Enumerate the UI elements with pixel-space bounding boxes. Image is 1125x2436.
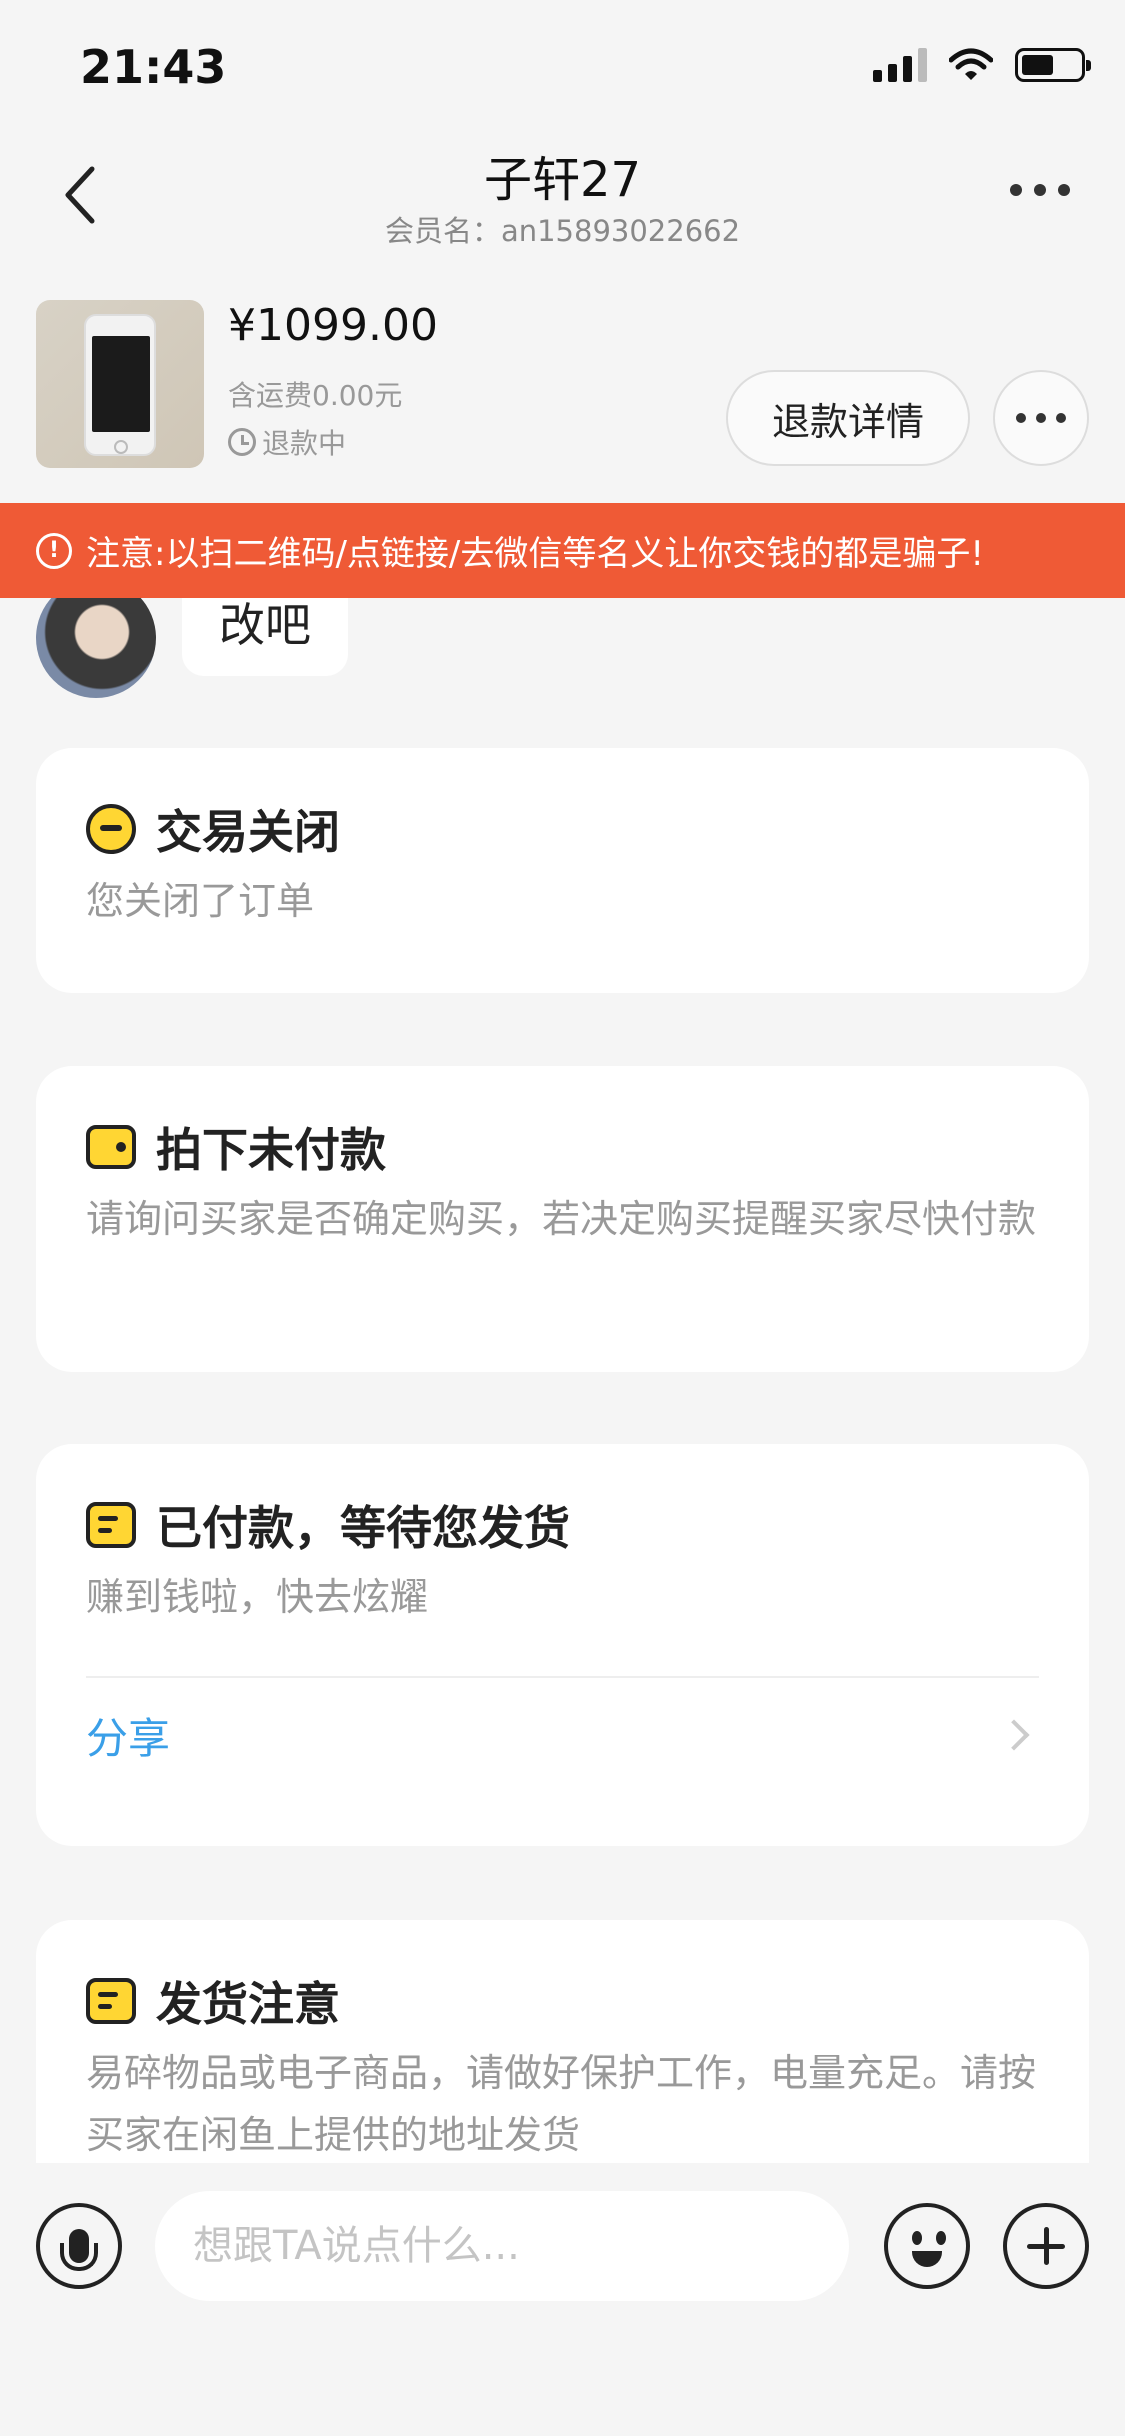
- emoji-button[interactable]: [884, 2203, 970, 2289]
- status-bar: 21:43: [0, 0, 1125, 130]
- wifi-icon: [949, 48, 993, 80]
- product-summary: ¥1099.00 含运费0.00元 退款中 退款详情: [0, 290, 1125, 470]
- more-icon: [1016, 413, 1026, 423]
- share-row[interactable]: 分享: [86, 1680, 1039, 1790]
- product-price: ¥1099.00: [228, 300, 438, 351]
- card-title: 拍下未付款: [86, 1114, 386, 1180]
- member-name: 会员名：an15893022662: [384, 214, 741, 248]
- system-card-shipping-notice: 发货注意 易碎物品或电子商品，请做好保护工作，电量充足。请按买家在闲鱼上提供的地…: [36, 1920, 1089, 2163]
- package-icon: [86, 1976, 136, 2026]
- scam-warning-banner: ! 注意:以扫二维码/点链接/去微信等名义让你交钱的都是骗子!: [0, 503, 1125, 598]
- battery-icon: [1015, 48, 1091, 82]
- share-link[interactable]: 分享: [86, 1705, 170, 1766]
- system-card-unpaid: 拍下未付款 请询问买家是否确定购买，若决定购买提醒买家尽快付款: [36, 1066, 1089, 1372]
- avatar[interactable]: [36, 598, 156, 698]
- exclamation-icon: !: [36, 532, 72, 569]
- product-thumbnail[interactable]: [36, 300, 204, 468]
- navigation-header: 子轩27 会员名：an15893022662: [0, 130, 1125, 260]
- shipping-fee: 含运费0.00元: [228, 379, 403, 412]
- warning-text: 注意:以扫二维码/点链接/去微信等名义让你交钱的都是骗子!: [86, 534, 984, 574]
- minus-circle-icon: [86, 804, 136, 854]
- message-input[interactable]: [155, 2191, 849, 2301]
- card-description: 赚到钱啦，快去炫耀: [86, 1575, 429, 1619]
- system-card-closed: 交易关闭 您关闭了订单: [36, 748, 1089, 993]
- clock-icon: [228, 428, 256, 456]
- emoji-icon: [912, 2231, 922, 2245]
- page-title: 子轩27: [483, 152, 642, 208]
- card-title: 交易关闭: [86, 796, 340, 862]
- more-button[interactable]: [1000, 170, 1080, 210]
- status-time: 21:43: [80, 40, 227, 94]
- divider: [86, 1676, 1039, 1678]
- package-icon: [86, 1500, 136, 1550]
- refund-status-label: 退款中: [262, 427, 347, 460]
- message-bubble: 改吧: [182, 598, 348, 676]
- wallet-icon: [86, 1122, 136, 1172]
- chevron-right-icon: [998, 1719, 1030, 1751]
- refund-details-button[interactable]: 退款详情: [726, 370, 970, 466]
- refund-status: 退款中: [228, 422, 346, 462]
- status-icons: [873, 48, 1091, 82]
- card-title: 已付款，等待您发货: [86, 1492, 570, 1558]
- plus-button[interactable]: [1003, 2203, 1089, 2289]
- card-description: 易碎物品或电子商品，请做好保护工作，电量充足。请按买家在闲鱼上提供的地址发货: [86, 2051, 1037, 2157]
- mic-icon: [60, 2229, 98, 2271]
- chat-area[interactable]: 改吧 交易关闭 您关闭了订单 拍下未付款 请询问买家是否确定购买，若决定购买提醒…: [0, 598, 1125, 2163]
- signal-icon: [873, 48, 927, 82]
- card-title: 发货注意: [86, 1968, 340, 2034]
- voice-button[interactable]: [36, 2203, 122, 2289]
- product-more-button[interactable]: [993, 370, 1089, 466]
- message-input-bar: [0, 2163, 1125, 2436]
- more-icon: [1010, 184, 1022, 196]
- card-description: 请询问买家是否确定购买，若决定购买提醒买家尽快付款: [86, 1197, 1037, 1241]
- system-card-paid: 已付款，等待您发货 赚到钱啦，快去炫耀 分享: [36, 1444, 1089, 1846]
- card-description: 您关闭了订单: [86, 879, 315, 923]
